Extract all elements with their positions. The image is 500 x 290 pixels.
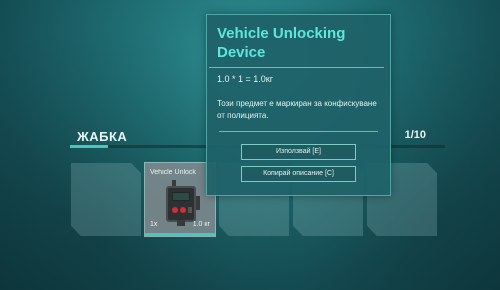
slot-selected-indicator: [145, 233, 215, 236]
inventory-count: 1/10: [404, 129, 426, 141]
tooltip-divider-top: [209, 67, 384, 68]
inventory-slot-1[interactable]: [71, 163, 141, 236]
tooltip-divider-bottom: [219, 131, 378, 132]
tooltip-description: Този предмет е маркиран за конфискуване …: [217, 99, 377, 120]
slot-item-name: Vehicle Unlock: [150, 169, 196, 176]
vehicle-unlocking-device-icon: [166, 180, 200, 226]
tooltip-weight: 1.0 * 1 = 1.0кг: [217, 74, 274, 84]
slot-item-weight: 1.0 кг: [192, 221, 210, 228]
slot-item-quantity: 1x: [150, 221, 158, 228]
inventory-title: ЖАБКА: [77, 129, 128, 144]
use-button[interactable]: Използвай [E]: [241, 144, 356, 160]
item-tooltip: Vehicle Unlocking Device 1.0 * 1 = 1.0кг…: [206, 14, 391, 196]
copy-description-button[interactable]: Копирай описание [C]: [241, 166, 356, 182]
inventory-slot-2[interactable]: Vehicle Unlock 1x 1.0 кг: [144, 162, 216, 237]
inventory-capacity-fill: [70, 145, 108, 148]
tooltip-title: Vehicle Unlocking Device: [217, 25, 346, 61]
